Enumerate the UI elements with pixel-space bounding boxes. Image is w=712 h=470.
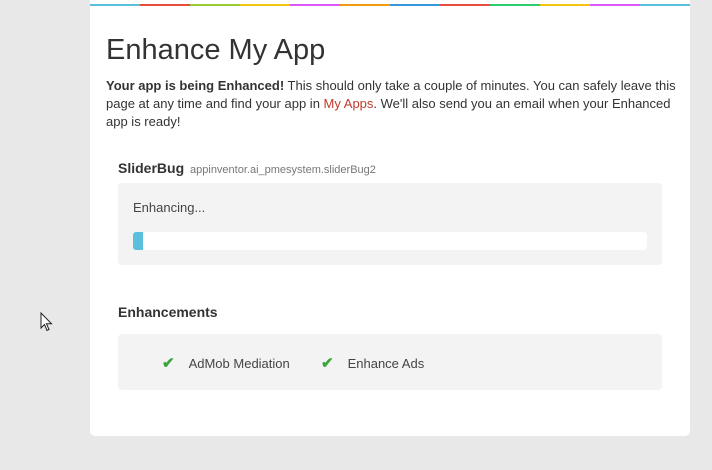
- status-text: Enhancing...: [133, 200, 206, 215]
- status-panel: Enhancing...: [118, 183, 662, 265]
- enhancement-label: Enhance Ads: [347, 355, 425, 371]
- progress-fill: [133, 232, 144, 250]
- intro-text: Your app is being Enhanced! This should …: [106, 77, 676, 131]
- stripe-segment: [190, 4, 240, 6]
- enhance-card: Enhance My App Your app is being Enhance…: [90, 0, 690, 436]
- stripe-segment: [290, 4, 340, 6]
- stripe-segment: [240, 4, 290, 6]
- stripe-segment: [490, 4, 540, 6]
- stripe-segment: [440, 4, 490, 6]
- enhancements-title: Enhancements: [118, 304, 218, 320]
- stripe-segment: [340, 4, 390, 6]
- my-apps-link[interactable]: My Apps: [324, 96, 374, 111]
- stripe-segment: [540, 4, 590, 6]
- intro-bold: Your app is being Enhanced!: [106, 78, 285, 93]
- app-heading: SliderBug appinventor.ai_pmesystem.slide…: [118, 160, 376, 176]
- enhancement-item: ✔ Enhance Ads: [321, 354, 424, 372]
- stripe-segment: [90, 4, 140, 6]
- page-title: Enhance My App: [106, 34, 326, 66]
- stripe-segment: [390, 4, 440, 6]
- check-icon: ✔: [321, 355, 334, 372]
- check-icon: ✔: [162, 355, 175, 372]
- stripe-segment: [140, 4, 190, 6]
- enhancement-label: AdMob Mediation: [188, 355, 290, 371]
- enhancements-panel: ✔ AdMob Mediation ✔ Enhance Ads: [118, 334, 662, 390]
- enhancement-item: ✔ AdMob Mediation: [162, 354, 290, 372]
- stripe-segment: [640, 4, 690, 6]
- progress-bar: [133, 232, 647, 250]
- app-name: SliderBug: [118, 160, 185, 176]
- stripe-segment: [590, 4, 640, 6]
- mouse-cursor-icon: [40, 312, 53, 332]
- color-stripe: [90, 4, 690, 6]
- app-package-id: appinventor.ai_pmesystem.sliderBug2: [190, 164, 376, 176]
